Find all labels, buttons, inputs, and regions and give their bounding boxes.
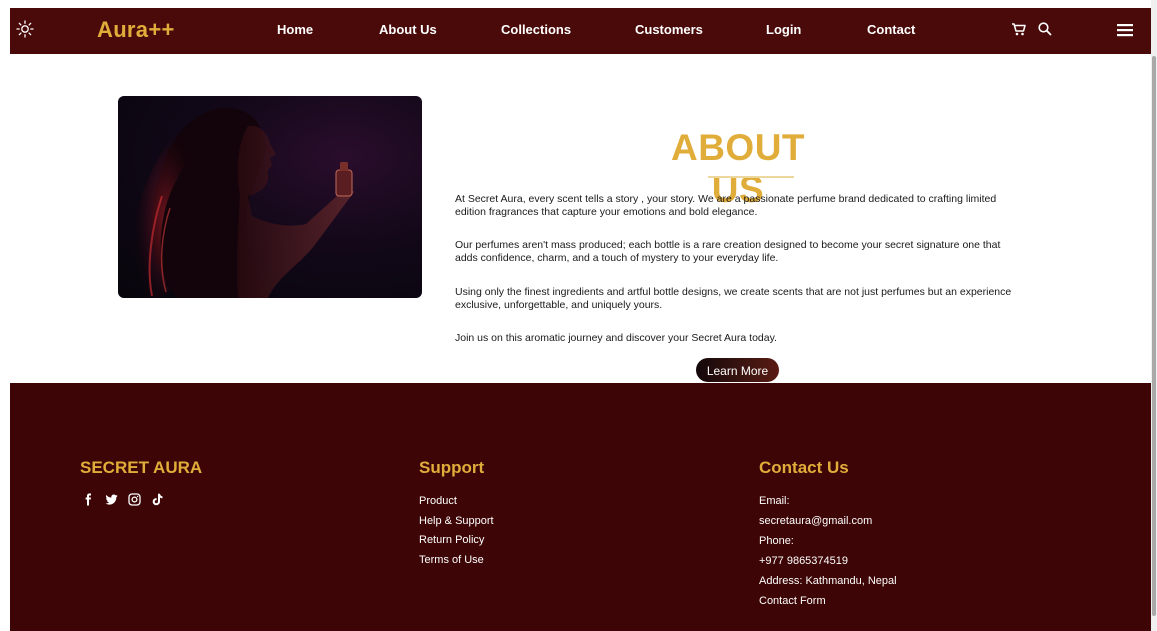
hamburger-menu-icon[interactable] <box>1116 21 1134 39</box>
facebook-icon[interactable] <box>82 493 95 506</box>
twitter-icon[interactable] <box>105 493 118 506</box>
nav-link-customers[interactable]: Customers <box>635 22 703 37</box>
about-paragraph-4: Join us on this aromatic journey and dis… <box>455 332 777 344</box>
scrollbar[interactable] <box>1151 0 1157 631</box>
about-paragraph-3: Using only the finest ingredients and ar… <box>455 286 1012 311</box>
search-icon[interactable] <box>1036 20 1054 38</box>
nav-link-collections[interactable]: Collections <box>501 22 571 37</box>
about-paragraph-1: At Secret Aura, every scent tells a stor… <box>455 193 997 218</box>
instagram-icon[interactable] <box>128 493 141 506</box>
contact-email-label: Email: <box>759 495 790 507</box>
nav-link-about-us[interactable]: About Us <box>379 22 437 37</box>
page-edge <box>0 0 10 631</box>
nav-link-login[interactable]: Login <box>766 22 801 37</box>
contact-form-link[interactable]: Contact Form <box>759 595 826 607</box>
learn-more-button[interactable]: Learn More <box>696 358 779 382</box>
sun-icon[interactable] <box>15 20 35 40</box>
footer-link-product[interactable]: Product <box>419 495 457 507</box>
footer-support-heading: Support <box>419 458 485 477</box>
footer-link-help-support[interactable]: Help & Support <box>419 515 494 527</box>
social-links <box>82 493 164 506</box>
footer-link-terms-of-use[interactable]: Terms of Use <box>419 554 484 566</box>
navbar: Aura++ Home About Us Collections Custome… <box>10 8 1151 54</box>
nav-link-home[interactable]: Home <box>277 22 313 37</box>
about-paragraph-2: Our perfumes aren't mass produced; each … <box>455 239 1001 264</box>
about-hero-image <box>118 96 422 298</box>
footer-link-return-policy[interactable]: Return Policy <box>419 534 484 546</box>
cart-icon[interactable] <box>1010 20 1028 38</box>
footer-brand: SECRET AURA <box>80 458 203 477</box>
contact-email-value[interactable]: secretaura@gmail.com <box>759 515 872 527</box>
footer-contact-heading: Contact Us <box>759 458 849 477</box>
tiktok-icon[interactable] <box>151 493 164 506</box>
nav-link-contact[interactable]: Contact <box>867 22 915 37</box>
title-underline <box>708 176 794 178</box>
footer: SECRET AURA Support Product Help & Suppo… <box>10 383 1151 631</box>
contact-phone-value[interactable]: +977 9865374519 <box>759 555 848 567</box>
page: Aura++ Home About Us Collections Custome… <box>0 0 1157 631</box>
scrollbar-thumb[interactable] <box>1152 56 1156 616</box>
brand-logo[interactable]: Aura++ <box>97 17 175 43</box>
nav-icons <box>1010 20 1054 38</box>
contact-phone-label: Phone: <box>759 535 794 547</box>
contact-address: Address: Kathmandu, Nepal <box>759 575 897 587</box>
